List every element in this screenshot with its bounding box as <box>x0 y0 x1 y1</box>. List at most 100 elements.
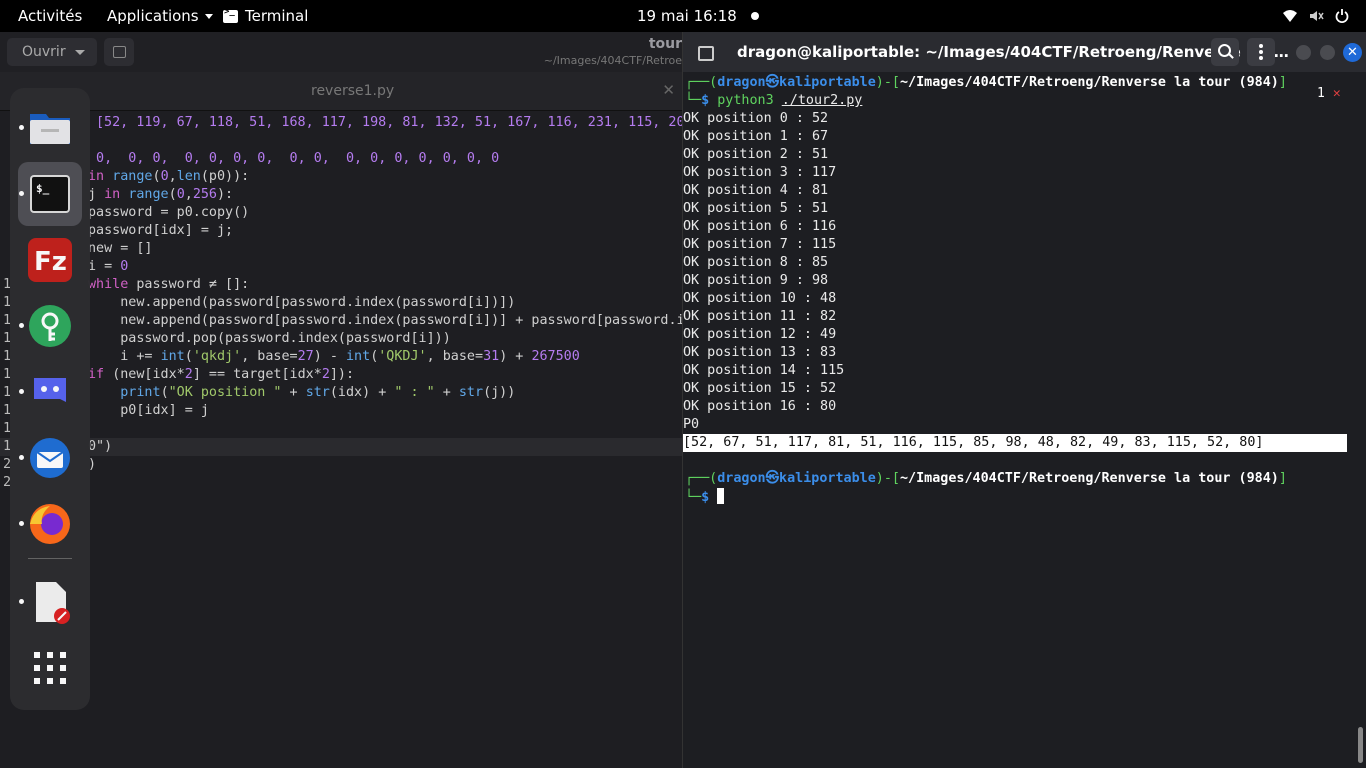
editor-subtitle: ~/Images/404CTF/Retroe <box>543 54 682 67</box>
menu-icon[interactable] <box>1247 38 1275 66</box>
terminal-title: dragon@kaliportable: ~/Images/404CTF/Ret… <box>737 43 1289 61</box>
thunderbird-icon[interactable] <box>28 436 72 480</box>
output-line: OK position 7 : 115 <box>683 237 837 252</box>
applications-menu[interactable]: Applications <box>107 7 213 25</box>
code-line[interactable]: 1 p0[idx] = j <box>0 402 682 420</box>
output-line: OK position 11 : 82 <box>683 309 837 324</box>
close-icon[interactable]: ✕ <box>1343 43 1362 62</box>
prompt-line: ┌──(dragon㉿kaliportable)-[~/Images/404CT… <box>685 471 1287 486</box>
running-indicator <box>19 389 24 394</box>
result-line: [52, 67, 51, 117, 81, 51, 116, 115, 85, … <box>683 434 1347 452</box>
new-tab-button[interactable] <box>689 39 719 65</box>
code-line[interactable]: [52, 119, 67, 118, 51, 168, 117, 198, 81… <box>0 114 682 132</box>
top-bar: Activités Applications Terminal 19 mai 1… <box>0 0 1366 32</box>
code-line[interactable]: 1 password.pop(password.index(password[i… <box>0 330 682 348</box>
tab-label: reverse1.py <box>311 83 395 99</box>
new-tab-icon <box>698 46 714 61</box>
keepass-icon[interactable] <box>28 304 72 348</box>
code-text: i += int('qkdj', base=27) - int('QKDJ', … <box>88 349 580 364</box>
terminal-icon <box>223 7 238 23</box>
code-line[interactable]: 2) <box>0 456 682 474</box>
scrollbar[interactable] <box>1358 727 1363 763</box>
code-line[interactable]: 1 0") <box>0 438 682 456</box>
filezilla-icon[interactable]: Fz <box>28 238 72 282</box>
close-icon[interactable]: ✕ <box>1333 86 1341 101</box>
job-badge: 1 ✕ <box>1317 86 1341 101</box>
code-line[interactable]: 1 while password ≠ []: <box>0 276 682 294</box>
wifi-icon <box>1282 8 1298 24</box>
text-editor-window: Ouvrir tour ~/Images/404CTF/Retroe rever… <box>0 32 682 768</box>
clock[interactable]: 19 mai 16:18 <box>637 7 737 25</box>
output-line: OK position 1 : 67 <box>683 129 829 144</box>
firefox-icon[interactable] <box>28 502 72 546</box>
code-text: new.append(password[password.index(passw… <box>88 295 516 310</box>
code-text: password = p0.copy() <box>88 205 250 220</box>
output-line: OK position 4 : 81 <box>683 183 829 198</box>
running-indicator <box>19 125 24 130</box>
files-icon[interactable] <box>28 104 72 148</box>
output-line: OK position 13 : 83 <box>683 345 837 360</box>
code-line[interactable]: 1 new.append(password[password.index(pas… <box>0 312 682 330</box>
code-text: password.pop(password.index(password[i])… <box>88 331 451 346</box>
output-line: OK position 9 : 98 <box>683 273 829 288</box>
power-icon <box>1334 8 1350 24</box>
tab-reverse1[interactable]: reverse1.py ✕ <box>0 72 682 111</box>
terminal-app-menu[interactable]: Terminal <box>223 7 308 25</box>
running-indicator <box>19 191 24 196</box>
output-line: OK position 15 : 52 <box>683 381 837 396</box>
discord-icon[interactable] <box>28 370 72 414</box>
code-line[interactable]: new = [] <box>0 240 682 258</box>
code-line[interactable]: password[idx] = j; <box>0 222 682 240</box>
code-line[interactable]: 0, 0, 0, 0, 0, 0, 0, 0, 0, 0, 0, 0, 0, 0… <box>0 150 682 168</box>
open-button[interactable]: Ouvrir <box>7 38 97 66</box>
system-tray[interactable] <box>1282 8 1350 24</box>
code-text: i = 0 <box>88 259 129 274</box>
running-indicator <box>19 521 24 526</box>
code-line[interactable]: 1 new.append(password[password.index(pas… <box>0 294 682 312</box>
open-button-label: Ouvrir <box>22 44 66 60</box>
code-line[interactable]: j in range(0,256): <box>0 186 682 204</box>
output-line: OK position 3 : 117 <box>683 165 837 180</box>
app-grid-icon[interactable] <box>28 646 72 690</box>
code-line[interactable]: i = 0 <box>0 258 682 276</box>
code-line[interactable]: 1 <box>0 420 682 438</box>
running-indicator <box>19 323 24 328</box>
output-line: OK position 10 : 48 <box>683 291 837 306</box>
code-line[interactable]: 1 if (new[idx*2] == target[idx*2]): <box>0 366 682 384</box>
code-line[interactable]: 1 print("OK position " + str(idx) + " : … <box>0 384 682 402</box>
output-line: OK position 2 : 51 <box>683 147 829 162</box>
terminal-icon[interactable]: $_ <box>28 172 72 216</box>
code-line[interactable]: password = p0.copy() <box>0 204 682 222</box>
dock-separator <box>28 558 72 559</box>
code-line[interactable] <box>0 132 682 150</box>
text-editor-icon[interactable] <box>28 580 72 624</box>
editor-headerbar: Ouvrir tour ~/Images/404CTF/Retroe <box>0 32 682 72</box>
command-line: └─$ python3 ./tour2.py <box>685 93 863 108</box>
output-line: OK position 8 : 85 <box>683 255 829 270</box>
code-text: j in range(0,256): <box>88 187 234 202</box>
applications-label: Applications <box>107 7 199 25</box>
prompt-line: ┌──(dragon㉿kaliportable)-[~/Images/404CT… <box>685 75 1287 90</box>
code-text: password[idx] = j; <box>88 223 234 238</box>
code-line[interactable]: 2 <box>0 474 682 492</box>
output-line: OK position 16 : 80 <box>683 399 837 414</box>
terminal-headerbar: dragon@kaliportable: ~/Images/404CTF/Ret… <box>683 32 1366 72</box>
minimize-button[interactable] <box>1296 45 1311 60</box>
code-text: in range(0,len(p0)): <box>88 169 250 184</box>
notification-dot-icon <box>751 12 759 20</box>
new-document-button[interactable] <box>104 38 134 66</box>
code-text: print("OK position " + str(idx) + " : " … <box>120 385 516 400</box>
activities-button[interactable]: Activités <box>18 7 82 25</box>
output-line: OK position 12 : 49 <box>683 327 837 342</box>
search-icon[interactable] <box>1211 38 1239 66</box>
chevron-down-icon <box>75 50 85 55</box>
running-indicator <box>19 599 24 604</box>
maximize-button[interactable] <box>1320 45 1335 60</box>
code-line[interactable]: 1 i += int('qkdj', base=27) - int('QKDJ'… <box>0 348 682 366</box>
output-line: P0 <box>683 417 700 432</box>
cursor <box>717 488 725 504</box>
code-text: new = [] <box>88 241 153 256</box>
svg-text:$_: $_ <box>36 182 50 195</box>
close-tab-icon[interactable]: ✕ <box>662 81 675 99</box>
code-line[interactable]: in range(0,len(p0)): <box>0 168 682 186</box>
